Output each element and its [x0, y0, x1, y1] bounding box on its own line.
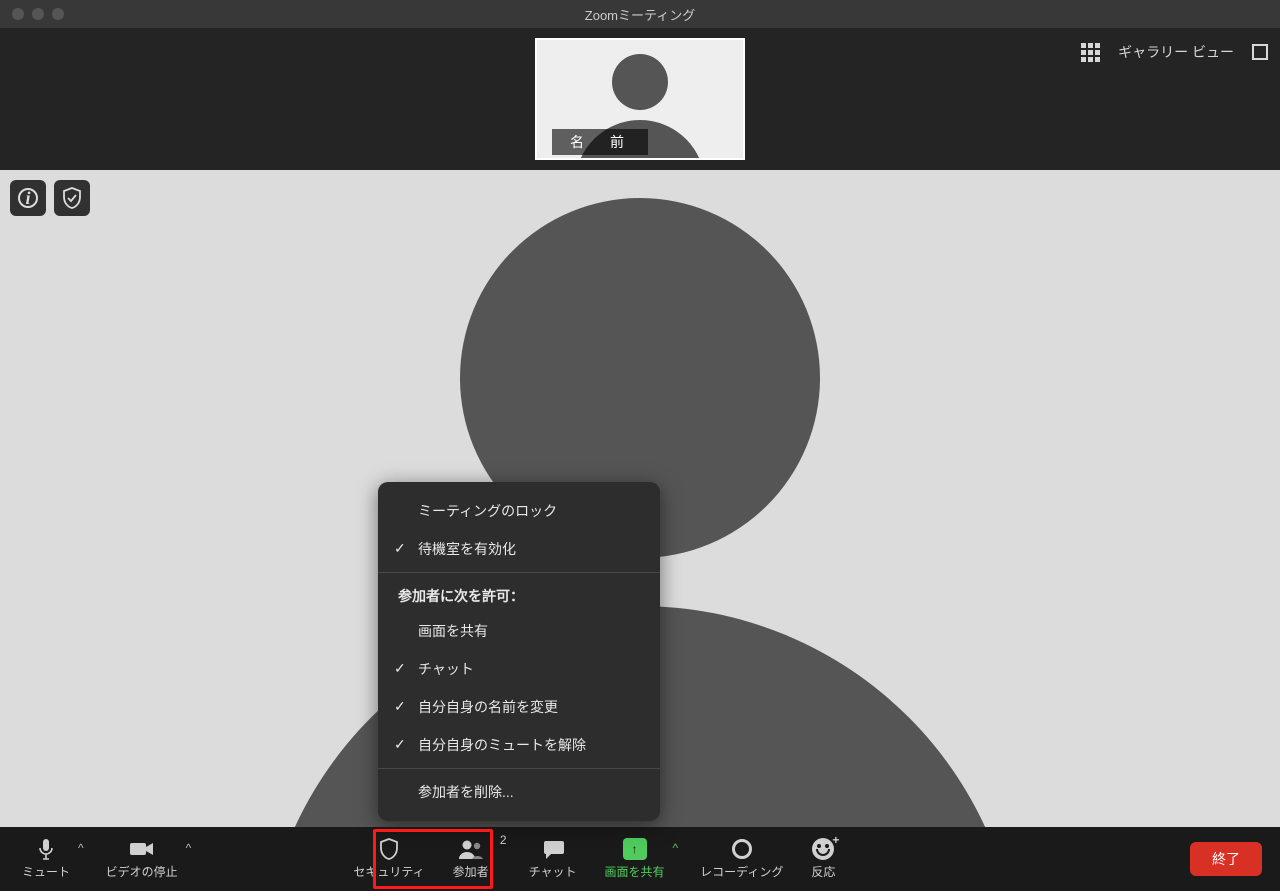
menu-lock-meeting[interactable]: ミーティングのロック — [378, 492, 660, 530]
window-controls[interactable] — [0, 8, 64, 20]
video-top-bar: 名 前 ギャラリー ビュー — [0, 28, 1280, 170]
menu-allow-unmute[interactable]: ✓自分自身のミュートを解除 — [378, 726, 660, 764]
menu-allow-share-screen[interactable]: 画面を共有 — [378, 612, 660, 650]
info-icon: i — [18, 188, 38, 208]
view-toggle[interactable]: ギャラリー ビュー — [1081, 42, 1268, 62]
menu-allow-rename[interactable]: ✓自分自身の名前を変更 — [378, 688, 660, 726]
check-icon: ✓ — [394, 660, 406, 677]
check-icon: ✓ — [394, 698, 406, 715]
share-screen-button[interactable]: ↑ 画面を共有 — [591, 831, 679, 887]
share-up-icon: ↑ — [623, 838, 647, 860]
participants-button[interactable]: 参加者 2 — [439, 831, 515, 887]
menu-allow-chat[interactable]: ✓チャット — [378, 650, 660, 688]
reactions-button[interactable]: + 反応 — [797, 831, 849, 887]
meeting-info-button[interactable]: i — [10, 180, 46, 216]
shield-check-icon — [62, 187, 82, 209]
menu-allow-header: 参加者に次を許可： — [378, 577, 660, 612]
chat-button[interactable]: チャット — [515, 831, 591, 887]
encryption-button[interactable] — [54, 180, 90, 216]
stop-video-button[interactable]: ビデオの停止 — [92, 831, 192, 887]
video-camera-icon — [129, 838, 155, 860]
security-popup-menu: ミーティングのロック ✓待機室を有効化 参加者に次を許可： 画面を共有 ✓チャッ… — [378, 482, 660, 821]
mute-button[interactable]: ミュート — [8, 831, 84, 887]
check-icon: ✓ — [394, 540, 406, 557]
meeting-toolbar: ミュート ^ ビデオの停止 ^ セキュリティ 参加者 2 チャット ↑ 画面を共… — [0, 827, 1280, 891]
security-button[interactable]: セキュリティ — [339, 831, 438, 887]
end-meeting-button[interactable]: 終了 — [1190, 842, 1262, 876]
shield-icon — [379, 838, 399, 860]
menu-enable-waiting-room[interactable]: ✓待機室を有効化 — [378, 530, 660, 568]
record-circle-icon — [732, 838, 752, 860]
check-icon: ✓ — [394, 736, 406, 753]
menu-separator — [378, 768, 660, 769]
menu-remove-participant[interactable]: 参加者を削除... — [378, 773, 660, 811]
menu-separator — [378, 572, 660, 573]
fullscreen-icon[interactable] — [1252, 44, 1268, 60]
window-title: Zoomミーティング — [585, 5, 695, 24]
chat-bubble-icon — [541, 838, 565, 860]
microphone-icon — [37, 838, 55, 860]
window-titlebar: Zoomミーティング — [0, 0, 1280, 28]
participants-count: 2 — [500, 833, 507, 847]
self-video-thumbnail[interactable]: 名 前 — [535, 38, 745, 160]
gallery-grid-icon — [1081, 43, 1100, 62]
view-toggle-label: ギャラリー ビュー — [1118, 42, 1234, 62]
thumbnail-name-label: 名 前 — [552, 129, 648, 155]
smile-icon: + — [812, 838, 834, 860]
record-button[interactable]: レコーディング — [686, 831, 797, 887]
participants-icon — [458, 838, 484, 860]
